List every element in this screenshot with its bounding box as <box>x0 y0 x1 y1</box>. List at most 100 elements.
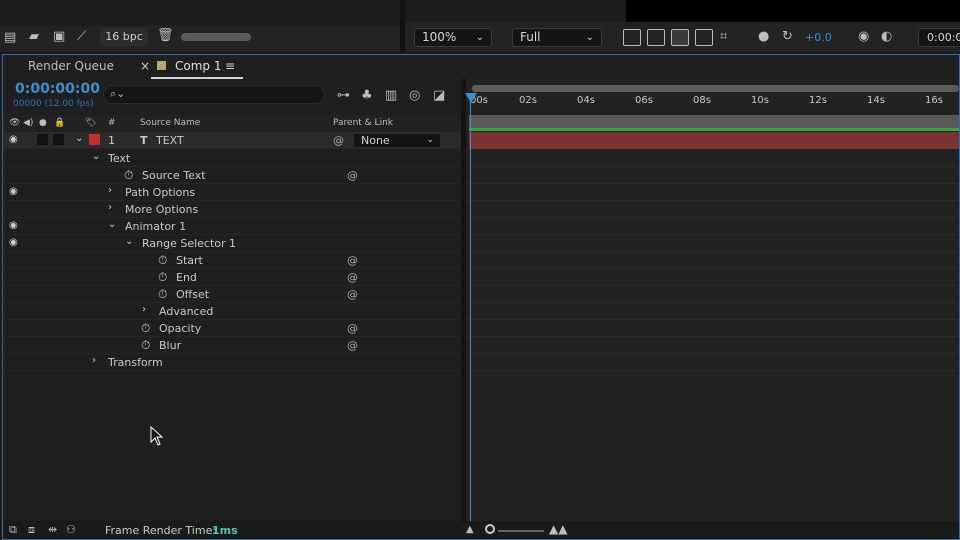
source-name-header[interactable]: Source Name <box>140 118 200 128</box>
channels-icon[interactable]: ● <box>758 30 769 44</box>
close-icon[interactable]: × <box>140 59 150 73</box>
panel-menu-icon[interactable]: ≡ <box>225 59 235 73</box>
layer-switches-icon[interactable]: ⧉ <box>9 523 17 537</box>
trash-icon[interactable]: 🗑 <box>157 29 174 43</box>
current-time-display[interactable]: 0:00:00:00 <box>15 81 100 97</box>
property-row-animator-1[interactable]: ◉ ⌄ Animator 1 <box>3 218 461 235</box>
property-row-text[interactable]: ⌄ Text <box>3 150 461 167</box>
work-area-bar[interactable] <box>469 115 959 129</box>
pick-whip-icon[interactable]: @ <box>347 254 358 267</box>
in-out-stretch-icon[interactable]: ⇹ <box>48 523 57 537</box>
solo-toggle[interactable] <box>37 134 48 145</box>
frame-blending-icon[interactable]: ◎ <box>409 88 420 103</box>
chevron-down-icon[interactable]: ⌄ <box>125 236 133 247</box>
property-row-more-options[interactable]: › More Options <box>3 201 461 218</box>
transparency-grid-icon[interactable] <box>647 29 665 46</box>
eye-header-icon: 👁 <box>9 118 21 128</box>
pick-whip-icon[interactable]: @ <box>347 271 358 284</box>
zoom-slider-track[interactable] <box>498 530 544 532</box>
timeline-panel: Render Queue × Comp 1 ≡ 0:00:00:00 00000… <box>2 54 960 540</box>
motion-blur-icon[interactable]: ◪ <box>433 88 445 103</box>
flowchart-icon[interactable]: ⟋ <box>77 30 86 44</box>
stopwatch-icon[interactable]: ⏱ <box>158 287 167 302</box>
current-time-field[interactable]: 0:00:00 <box>918 28 960 47</box>
property-row-opacity[interactable]: ⏱ Opacity @ <box>3 320 461 337</box>
snapshot-icon[interactable]: ◉ <box>858 30 869 44</box>
zoom-out-icon[interactable]: ▲ <box>466 523 474 537</box>
tab-render-queue[interactable]: Render Queue <box>28 59 114 73</box>
chevron-down-icon[interactable]: ⌄ <box>75 133 83 144</box>
property-row-end[interactable]: ⏱ End @ <box>3 269 461 286</box>
pick-whip-icon[interactable]: @ <box>347 322 358 335</box>
panel-divider[interactable] <box>400 0 405 52</box>
stopwatch-icon[interactable]: ⏱ <box>158 253 167 268</box>
property-row-offset[interactable]: ⏱ Offset @ <box>3 286 461 303</box>
layer-name[interactable]: TEXT <box>156 134 184 147</box>
property-label: End <box>176 271 197 284</box>
show-snapshot-icon[interactable]: ◐ <box>881 30 892 44</box>
comp-mini-flowchart-icon[interactable]: ⊶ <box>337 88 350 103</box>
property-label: Source Text <box>142 169 206 182</box>
hide-shy-layers-icon[interactable]: ▥ <box>385 88 397 103</box>
time-navigator[interactable] <box>472 85 959 92</box>
eye-icon[interactable]: ◉ <box>9 186 18 197</box>
stopwatch-icon[interactable]: ⏱ <box>141 321 150 336</box>
layer-duration-bar[interactable] <box>469 132 959 149</box>
render-time-icon[interactable]: ⚇ <box>66 523 76 537</box>
playhead-handle[interactable] <box>465 93 477 103</box>
eye-icon[interactable]: ◉ <box>9 237 18 248</box>
frame-count: 00000 (12.00 fps) <box>13 99 94 109</box>
parent-dropdown[interactable]: None ⌄ <box>353 133 441 148</box>
draft-3d-icon[interactable]: ♣ <box>361 88 373 103</box>
stopwatch-icon[interactable]: ⏱ <box>141 338 150 353</box>
search-input[interactable]: ⌕⌄ <box>103 85 325 104</box>
mask-visibility-icon[interactable] <box>671 29 689 46</box>
stopwatch-icon[interactable]: ⏱ <box>124 168 133 183</box>
keyframe-row: I <box>466 218 959 235</box>
property-row-range-selector-1[interactable]: ◉ ⌄ Range Selector 1 <box>3 235 461 252</box>
property-row-start[interactable]: ⏱ Start @ <box>3 252 461 269</box>
exposure-value[interactable]: +0.0 <box>805 31 832 44</box>
magnification-dropdown[interactable]: 100% ⌄ <box>414 28 492 47</box>
chevron-down-icon[interactable]: ⌄ <box>92 151 100 162</box>
new-composition-icon[interactable]: ▣ <box>53 30 65 44</box>
lock-header-icon: 🔒 <box>54 118 66 128</box>
pick-whip-icon[interactable]: @ <box>347 339 358 352</box>
tab-comp-1[interactable]: Comp 1 <box>175 59 221 73</box>
chevron-right-icon[interactable]: › <box>92 355 96 366</box>
pick-whip-icon[interactable]: @ <box>347 169 358 182</box>
new-folder-icon[interactable]: ▰ <box>29 30 39 44</box>
interpret-footage-icon[interactable]: ▤ <box>4 31 16 45</box>
property-row-source-text[interactable]: ⏱ Source Text @ <box>3 167 461 184</box>
chevron-right-icon[interactable]: › <box>142 304 146 315</box>
resolution-dropdown[interactable]: Full ⌄ <box>512 28 602 47</box>
layer-row-text[interactable]: ◉ ⌄ 1 T TEXT @ None ⌄ <box>3 132 461 149</box>
grid-guides-icon[interactable]: ⌗ <box>720 30 727 44</box>
property-row-path-options[interactable]: ◉ › Path Options <box>3 184 461 201</box>
zoom-slider-knob[interactable] <box>485 524 495 534</box>
lock-toggle[interactable] <box>53 134 64 145</box>
pick-whip-icon[interactable]: @ <box>347 288 358 301</box>
fast-previews-icon[interactable] <box>623 29 641 46</box>
chevron-right-icon[interactable]: › <box>108 185 112 196</box>
color-depth-button[interactable]: 16 bpc <box>100 28 148 46</box>
property-row-transform[interactable]: › Transform <box>3 354 461 371</box>
layer-label-color[interactable] <box>89 134 100 145</box>
current-time-indicator[interactable] <box>470 95 471 525</box>
eye-icon[interactable]: ◉ <box>9 220 18 231</box>
reset-exposure-icon[interactable]: ↻ <box>782 30 793 44</box>
zoom-in-icon[interactable]: ▲▲ <box>549 522 567 536</box>
project-scrollbar[interactable] <box>181 33 251 41</box>
region-of-interest-icon[interactable] <box>695 29 713 46</box>
transfer-controls-icon[interactable]: ⧈ <box>28 523 35 537</box>
pick-whip-icon[interactable]: @ <box>333 134 344 147</box>
time-graph[interactable]: 00s 02s 04s 06s 08s 10s 12s 14s 16s I I … <box>465 79 959 525</box>
stopwatch-icon[interactable]: ⏱ <box>158 270 167 285</box>
chevron-down-icon[interactable]: ⌄ <box>108 219 116 230</box>
parent-value: None <box>361 134 390 147</box>
property-row-blur[interactable]: ⏱ Blur @ <box>3 337 461 354</box>
chevron-right-icon[interactable]: › <box>108 202 112 213</box>
property-row-advanced[interactable]: › Advanced <box>3 303 461 320</box>
time-ruler[interactable]: 00s 02s 04s 06s 08s 10s 12s 14s 16s <box>466 93 959 113</box>
eye-icon[interactable]: ◉ <box>9 134 18 145</box>
